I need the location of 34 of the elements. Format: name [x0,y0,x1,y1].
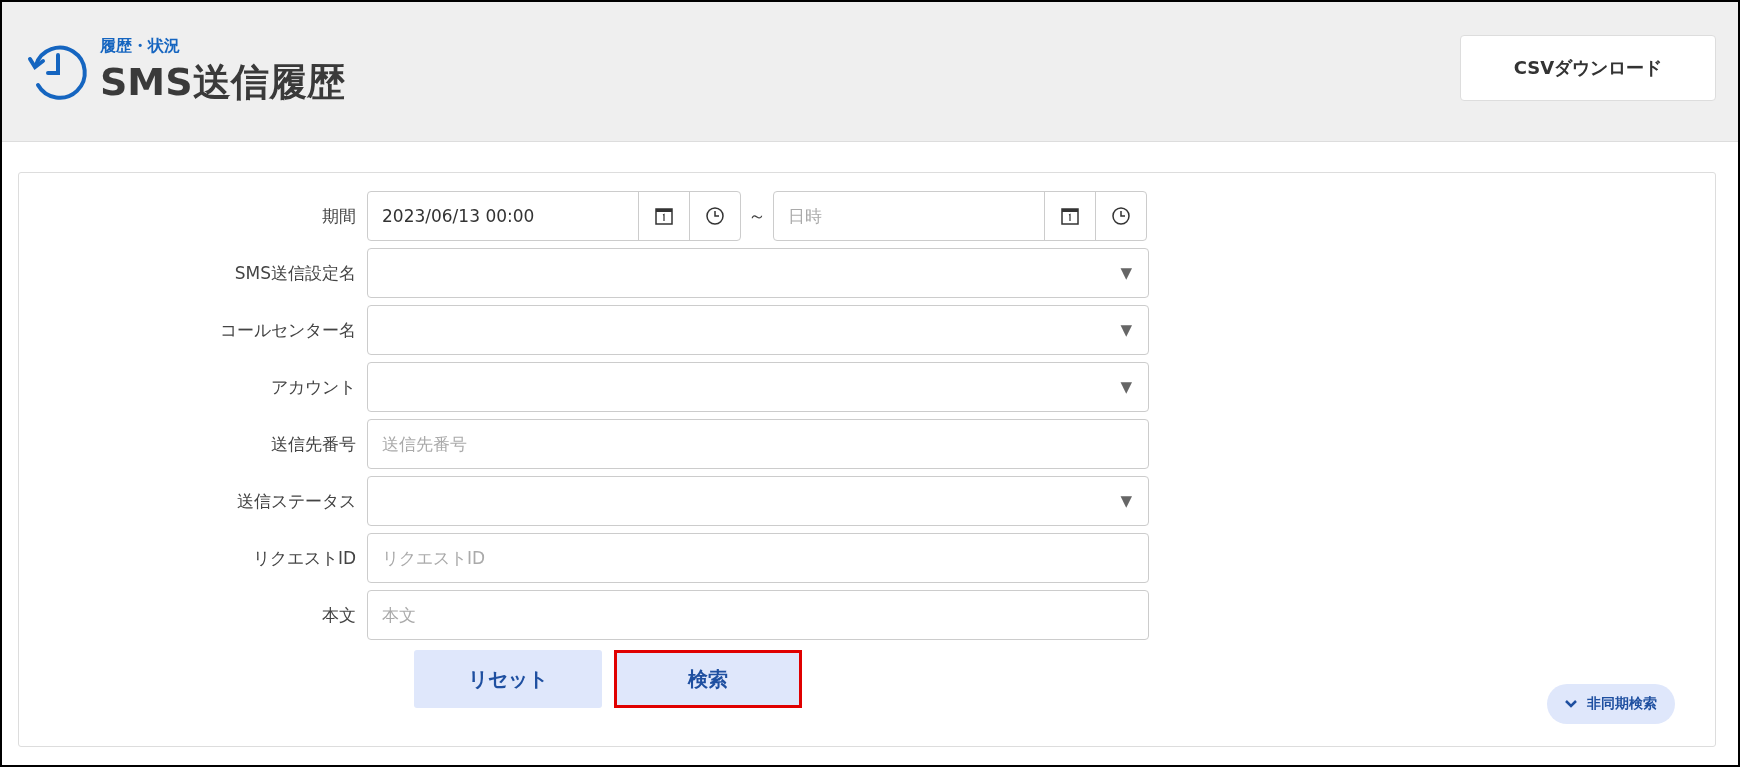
dropdown-field[interactable]: ▼ [367,362,1149,412]
dropdown-field[interactable]: ▼ [367,248,1149,298]
field-label: アカウント [270,375,357,399]
clock-icon [1111,206,1131,226]
page-title: SMS送信履歴 [100,58,345,106]
csv-download-button[interactable]: CSVダウンロード [1460,34,1716,101]
chevron-down-icon [1565,699,1577,709]
datetime-field[interactable]: 2023/06/13 00:00 [367,191,741,241]
dropdown-arrow: ▼ [1120,321,1132,339]
field-label: 送信ステータス [236,489,357,513]
async-search-toggle[interactable]: 非同期検索 [1547,684,1675,724]
dropdown-arrow: ▼ [1120,264,1132,282]
dropdown-field[interactable]: ▼ [367,305,1149,355]
field-value: 2023/06/13 00:00 [381,206,536,226]
field-label: 送信先番号 [270,432,357,456]
field-label: 本文 [321,603,357,627]
range-separator: ～ [747,204,767,228]
clock-icon [705,206,725,226]
calendar-icon [1060,206,1080,226]
calendar-icon [654,206,674,226]
placeholder-text: 本文 [382,603,416,627]
placeholder-text: リクエストID [382,546,486,570]
placeholder-text: 日時 [787,204,823,228]
form-button[interactable]: リセット [414,650,602,708]
field-label: 期間 [321,204,357,228]
form-button[interactable]: 検索 [614,650,802,708]
breadcrumb-text: 履歴・状況 [100,35,181,57]
field-label: コールセンター名 [219,318,357,342]
field-label: SMS送信設定名 [233,261,357,285]
dropdown-arrow: ▼ [1120,378,1132,396]
dropdown-field[interactable]: ▼ [367,476,1149,526]
placeholder-text: 送信先番号 [382,432,467,456]
field-label: リクエストID [251,546,357,570]
dropdown-arrow: ▼ [1120,492,1132,510]
